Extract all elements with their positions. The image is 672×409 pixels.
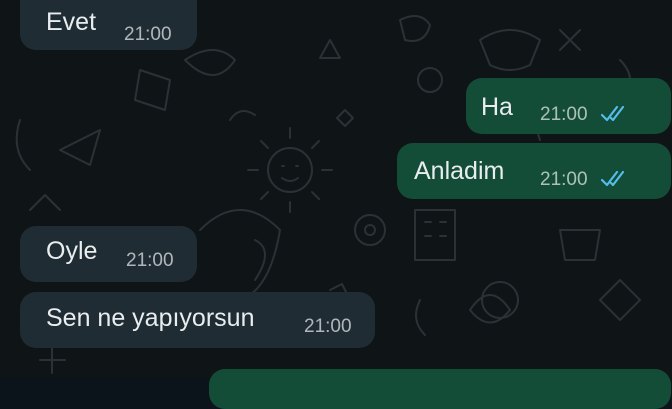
message-bubble-incoming[interactable]: Sen ne yapıyorsun 21:00 <box>20 292 375 348</box>
message-bubble-outgoing[interactable]: Anladim 21:00 <box>397 143 671 199</box>
message-text: Oyle <box>46 237 98 265</box>
message-timestamp: 21:00 <box>540 169 588 190</box>
message-bubble-incoming[interactable]: Evet 21:00 <box>20 0 197 50</box>
double-check-icon <box>601 105 625 122</box>
message-text: Anladim <box>414 157 505 185</box>
message-text: Ha <box>481 93 513 121</box>
message-bubble-outgoing[interactable] <box>209 369 671 409</box>
double-check-icon <box>601 170 625 187</box>
message-timestamp: 21:00 <box>304 316 352 337</box>
message-text: Sen ne yapıyorsun <box>46 304 255 332</box>
message-timestamp: 21:00 <box>124 24 172 45</box>
message-text: Evet <box>46 8 97 36</box>
message-timestamp: 21:00 <box>126 250 174 271</box>
message-bubble-outgoing[interactable]: Ha 21:00 <box>466 78 671 134</box>
message-bubble-incoming[interactable]: Oyle 21:00 <box>20 226 197 282</box>
message-timestamp: 21:00 <box>540 104 588 125</box>
